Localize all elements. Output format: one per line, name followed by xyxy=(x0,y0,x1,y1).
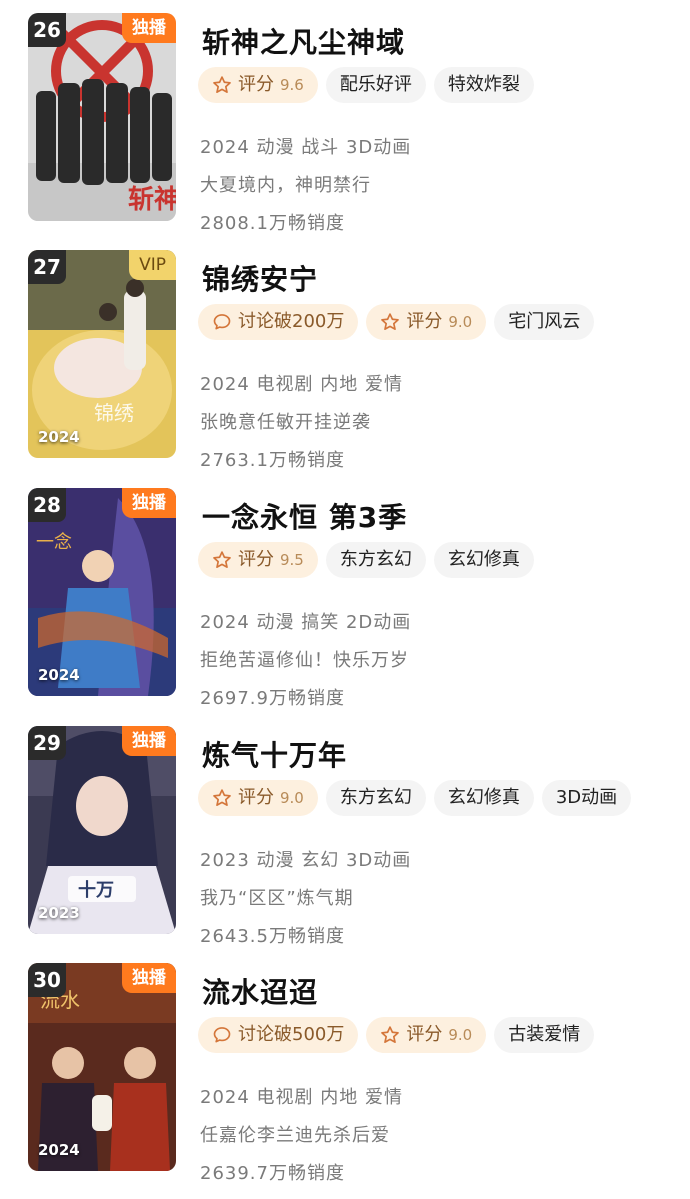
item-title[interactable]: 一念永恒 第3季 xyxy=(202,496,407,536)
rating-value: 9.0 xyxy=(448,313,473,331)
rating-tag: 评分 9.0 xyxy=(366,304,487,340)
item-title[interactable]: 流水迢迢 xyxy=(202,971,318,1011)
discuss-label: 讨论破500万 xyxy=(238,1024,345,1045)
genre-tag[interactable]: 配乐好评 xyxy=(325,67,426,103)
list-item[interactable]: 锦绣 27 VIP 2024 锦绣安宁 讨论破200万 评分 9.0 宅门风云 … xyxy=(0,250,690,471)
exclusive-badge: 独播 xyxy=(122,13,176,43)
rank-number: 28 xyxy=(28,488,66,522)
genre-tag[interactable]: 3D动画 xyxy=(541,780,632,816)
svg-text:斩神: 斩神 xyxy=(128,185,176,215)
item-tagline: 我乃“区区”炼气期 xyxy=(200,888,354,909)
svg-text:锦绣: 锦绣 xyxy=(94,401,134,425)
tag-row: 评分 9.0 东方玄幻 玄幻修真 3D动画 xyxy=(198,780,632,818)
item-title[interactable]: 炼气十万年 xyxy=(202,734,347,774)
item-tagline: 大夏境内，神明禁行 xyxy=(200,175,371,196)
rating-label: 评分 xyxy=(406,311,443,332)
item-title[interactable]: 斩神之凡尘神域 xyxy=(202,21,405,61)
exclusive-badge: 独播 xyxy=(122,963,176,993)
star-icon xyxy=(213,76,231,93)
genre-tag[interactable]: 东方玄幻 xyxy=(325,542,426,578)
rating-label: 评分 xyxy=(238,74,274,95)
rank-number: 30 xyxy=(28,963,66,997)
svg-text:一念: 一念 xyxy=(36,531,72,553)
rating-value: 9.6 xyxy=(280,76,304,94)
item-sales: 2639.7万畅销度 xyxy=(200,1163,345,1184)
tag-row: 评分 9.6 配乐好评 特效炸裂 xyxy=(198,67,534,105)
item-tagline: 任嘉伦李兰迪先杀后爱 xyxy=(200,1125,390,1146)
rating-value: 9.0 xyxy=(448,1026,473,1044)
rating-label: 评分 xyxy=(238,549,274,570)
list-item[interactable]: 一念 28 独播 2024 一念永恒 第3季 评分 9.5 东方玄幻 玄幻修真 … xyxy=(0,488,690,709)
rating-value: 9.0 xyxy=(280,789,304,807)
item-meta: 2024 电视剧 内地 爱情 xyxy=(200,374,403,395)
list-item[interactable]: 流水 30 独播 2024 流水迢迢 讨论破500万 评分 9.0 古装爱情 2… xyxy=(0,963,690,1184)
ranking-list: 斩神 26 独播 斩神之凡尘神域 评分 9.6 配乐好评 特效炸裂 2024 动… xyxy=(0,0,690,1199)
item-sales: 2808.1万畅销度 xyxy=(200,213,345,234)
chat-bubble-icon xyxy=(213,314,231,330)
exclusive-badge: 独播 xyxy=(122,726,176,756)
genre-tag[interactable]: 特效炸裂 xyxy=(433,67,534,103)
poster-year: 2024 xyxy=(38,666,80,684)
poster-year: 2024 xyxy=(38,1141,80,1159)
rank-number: 27 xyxy=(28,250,66,284)
vip-badge: VIP xyxy=(129,250,176,280)
star-icon xyxy=(213,551,231,568)
item-meta: 2024 动漫 搞笑 2D动画 xyxy=(200,612,412,633)
discuss-tag: 讨论破500万 xyxy=(198,1017,359,1053)
star-icon xyxy=(213,789,231,806)
poster-image[interactable]: 斩神 26 独播 xyxy=(28,13,176,221)
rating-tag: 评分 9.0 xyxy=(198,780,318,816)
poster-image[interactable]: 十万 29 独播 2023 xyxy=(28,726,176,934)
item-meta: 2024 电视剧 内地 爱情 xyxy=(200,1087,403,1108)
item-tagline: 张晚意任敏开挂逆袭 xyxy=(200,412,371,433)
item-sales: 2697.9万畅销度 xyxy=(200,688,345,709)
genre-tag[interactable]: 玄幻修真 xyxy=(433,780,534,816)
poster-year: 2024 xyxy=(38,428,80,446)
item-meta: 2024 动漫 战斗 3D动画 xyxy=(200,137,412,158)
rank-number: 26 xyxy=(28,13,66,47)
svg-text:十万: 十万 xyxy=(78,879,114,901)
list-item[interactable]: 十万 29 独播 2023 炼气十万年 评分 9.0 东方玄幻 玄幻修真 3D动… xyxy=(0,726,690,947)
discuss-tag: 讨论破200万 xyxy=(198,304,359,340)
item-meta: 2023 动漫 玄幻 3D动画 xyxy=(200,850,412,871)
rating-tag: 评分 9.0 xyxy=(366,1017,487,1053)
item-sales: 2643.5万畅销度 xyxy=(200,926,345,947)
rank-number: 29 xyxy=(28,726,66,760)
rating-tag: 评分 9.5 xyxy=(198,542,318,578)
star-icon xyxy=(381,1026,400,1043)
rating-label: 评分 xyxy=(238,787,274,808)
rating-label: 评分 xyxy=(406,1024,443,1045)
tag-row: 评分 9.5 东方玄幻 玄幻修真 xyxy=(198,542,534,580)
genre-tag[interactable]: 古装爱情 xyxy=(494,1017,595,1053)
tag-row: 讨论破500万 评分 9.0 古装爱情 xyxy=(198,1017,595,1055)
genre-tag[interactable]: 宅门风云 xyxy=(494,304,595,340)
poster-image[interactable]: 锦绣 27 VIP 2024 xyxy=(28,250,176,458)
rating-tag: 评分 9.6 xyxy=(198,67,318,103)
discuss-label: 讨论破200万 xyxy=(238,311,345,332)
poster-year: 2023 xyxy=(38,904,80,922)
item-tagline: 拒绝苦逼修仙！快乐万岁 xyxy=(200,650,409,671)
star-icon xyxy=(381,313,400,330)
poster-image[interactable]: 流水 30 独播 2024 xyxy=(28,963,176,1171)
item-sales: 2763.1万畅销度 xyxy=(200,450,345,471)
item-title[interactable]: 锦绣安宁 xyxy=(202,258,318,298)
exclusive-badge: 独播 xyxy=(122,488,176,518)
list-item[interactable]: 斩神 26 独播 斩神之凡尘神域 评分 9.6 配乐好评 特效炸裂 2024 动… xyxy=(0,13,690,234)
tag-row: 讨论破200万 评分 9.0 宅门风云 xyxy=(198,304,595,342)
genre-tag[interactable]: 东方玄幻 xyxy=(325,780,426,816)
poster-image[interactable]: 一念 28 独播 2024 xyxy=(28,488,176,696)
chat-bubble-icon xyxy=(213,1027,231,1043)
rating-value: 9.5 xyxy=(280,551,304,569)
genre-tag[interactable]: 玄幻修真 xyxy=(433,542,534,578)
